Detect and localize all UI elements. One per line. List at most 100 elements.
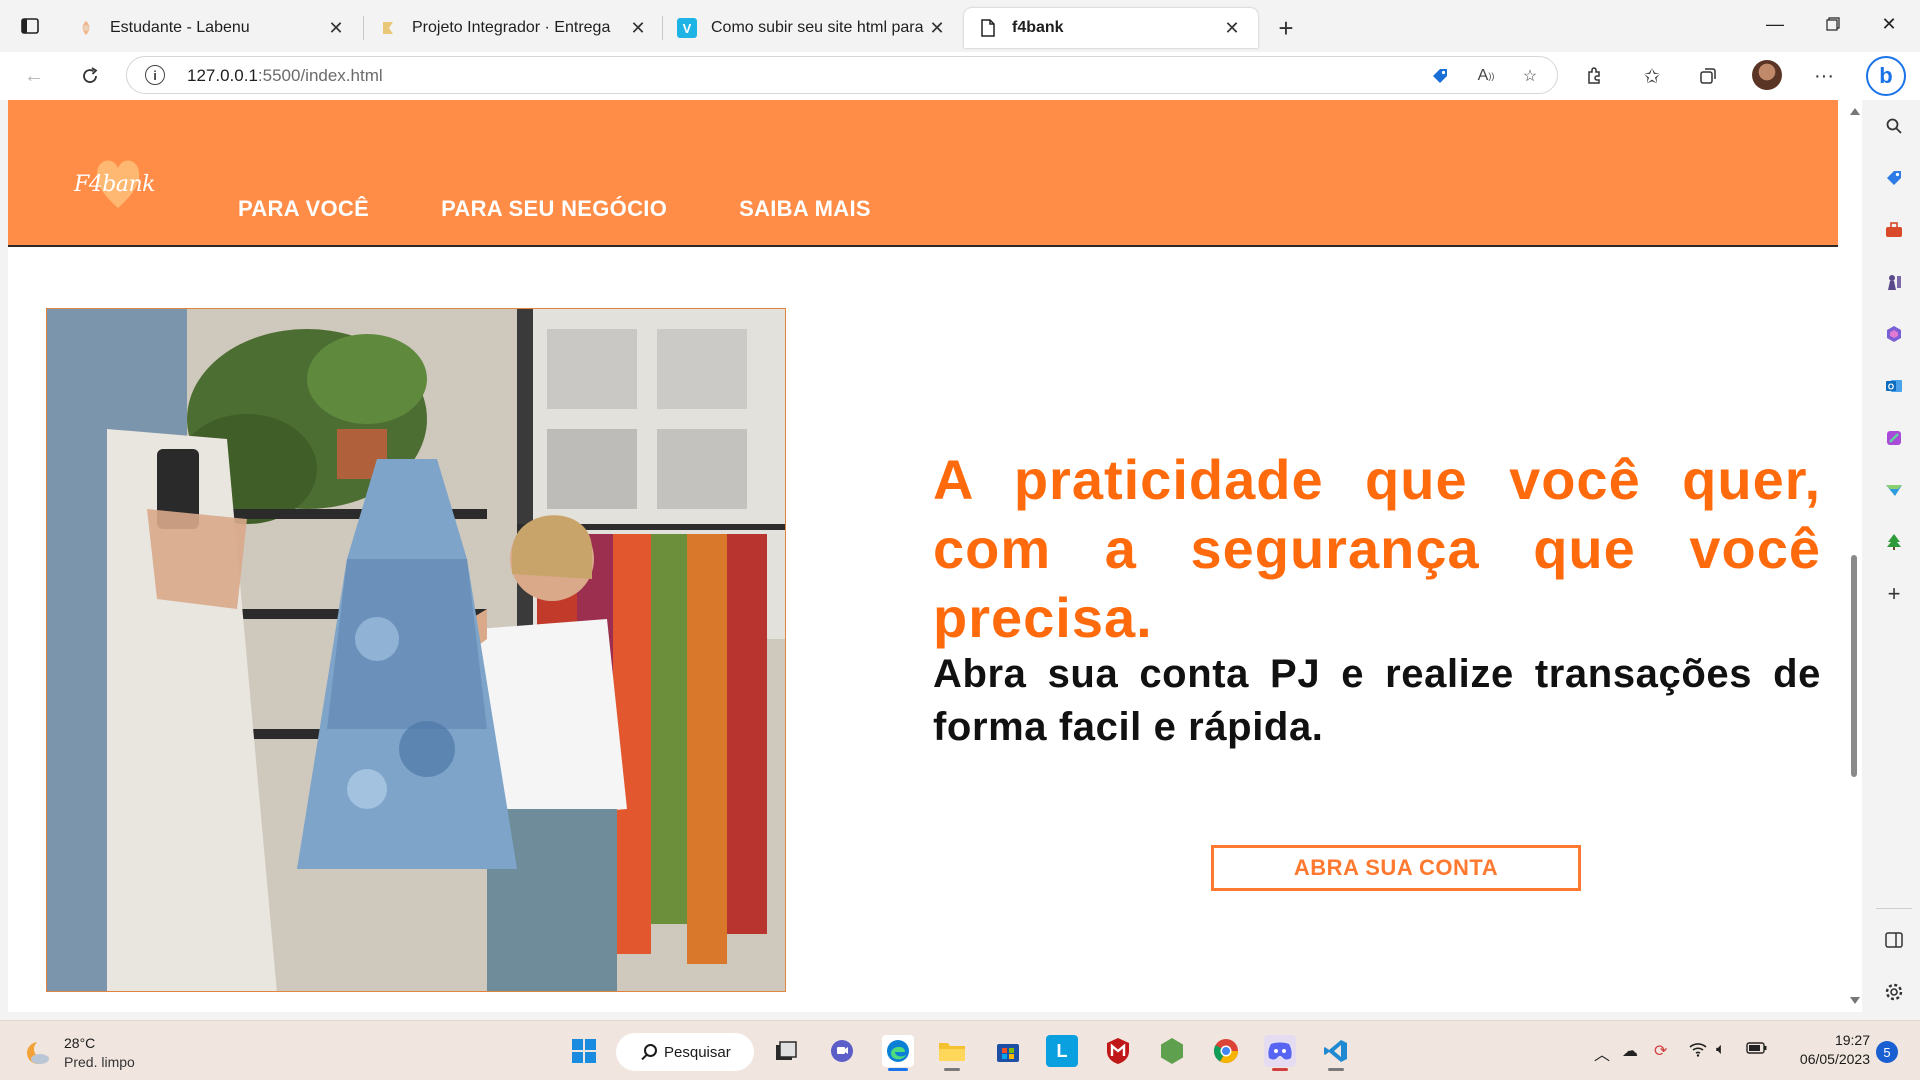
running-indicator <box>944 1068 960 1071</box>
search-icon <box>644 1044 657 1057</box>
weather-moon-icon <box>27 1040 52 1064</box>
close-icon[interactable]: ✕ <box>324 16 348 40</box>
onedrive-icon[interactable]: ☁ <box>1622 1041 1638 1061</box>
bing-chat-icon[interactable]: b <box>1866 56 1906 96</box>
l-app-icon[interactable]: L <box>1046 1035 1078 1067</box>
nav-para-voce[interactable]: PARA VOCÊ <box>238 196 369 222</box>
search-label: Pesquisar <box>664 1043 731 1061</box>
close-window-icon[interactable]: ✕ <box>1866 8 1912 40</box>
page-scrollbar[interactable] <box>1846 100 1862 1012</box>
tab-f4bank[interactable]: f4bank ✕ <box>964 8 1258 48</box>
sidebar-divider <box>1876 908 1912 909</box>
settings-gear-icon[interactable] <box>1880 978 1908 1006</box>
page-icon <box>978 18 998 38</box>
svg-text:O: O <box>1888 383 1894 392</box>
url-text[interactable]: 127.0.0.1:5500/index.html <box>187 66 383 86</box>
v-icon: V <box>677 18 697 38</box>
active-indicator <box>888 1068 908 1071</box>
tab-labenu[interactable]: Estudante - Labenu ✕ <box>62 8 362 48</box>
restore-icon[interactable] <box>1810 8 1856 40</box>
running-indicator <box>1272 1068 1288 1071</box>
tab-projeto[interactable]: Projeto Integrador · Entrega ✕ <box>364 8 664 48</box>
designer-icon[interactable] <box>1880 424 1908 452</box>
refresh-icon[interactable] <box>74 60 106 92</box>
mcafee-icon[interactable] <box>1102 1035 1134 1067</box>
minimize-icon[interactable]: — <box>1752 8 1798 40</box>
hero-title: A praticidade que você quer, com a segur… <box>933 448 1821 649</box>
hero-subtitle: Abra sua conta PJ e realize transações d… <box>933 652 1821 749</box>
search-icon[interactable] <box>1880 112 1908 140</box>
close-icon[interactable]: ✕ <box>1220 16 1244 40</box>
microsoft-store-icon[interactable] <box>992 1035 1024 1067</box>
tree-icon[interactable] <box>1880 528 1908 556</box>
file-explorer-icon[interactable] <box>936 1035 968 1071</box>
new-tab-button[interactable]: + <box>1270 12 1302 44</box>
tab-strip: Estudante - Labenu ✕ Projeto Integrador … <box>0 0 1920 52</box>
edge-taskbar-icon[interactable] <box>882 1035 914 1071</box>
weather-widget[interactable]: 28°C Pred. limpo <box>24 1033 224 1073</box>
vscode-icon[interactable] <box>1320 1035 1352 1071</box>
outlook-icon[interactable]: O <box>1880 372 1908 400</box>
logo-text: F4bank <box>74 172 155 197</box>
chevron-up-icon[interactable]: ︿ <box>1594 1041 1610 1065</box>
weather-temperature: 28°C <box>64 1035 96 1051</box>
tab-title: Estudante - Labenu <box>110 19 250 36</box>
windows-start-icon[interactable] <box>568 1035 600 1067</box>
windows-taskbar: 28°C Pred. limpo Pesquisar L ︿ ☁ ⟳ 🔈︎ 19… <box>0 1020 1920 1080</box>
tab-title: f4bank <box>1012 19 1064 36</box>
hero-image <box>46 308 786 992</box>
shopping-icon[interactable] <box>1880 164 1908 192</box>
notification-badge[interactable]: 5 <box>1876 1041 1898 1063</box>
site-info-icon[interactable]: i <box>145 65 165 85</box>
clock-time: 19:27 <box>1834 1032 1870 1048</box>
scroll-up-icon[interactable] <box>1850 108 1860 115</box>
back-icon[interactable]: ← <box>18 60 50 92</box>
more-options-icon[interactable]: ··· <box>1808 60 1840 92</box>
extensions-icon[interactable] <box>1578 60 1610 92</box>
teams-chat-icon[interactable] <box>826 1035 858 1067</box>
volume-icon[interactable]: 🔈︎ <box>1716 1041 1726 1059</box>
microsoft365-icon[interactable] <box>1880 320 1908 348</box>
drop-icon[interactable] <box>1880 476 1908 504</box>
labenu-icon <box>76 18 96 38</box>
close-icon[interactable]: ✕ <box>925 16 949 40</box>
nav-saiba-mais[interactable]: SAIBA MAIS <box>739 196 871 222</box>
sidebar-panel-icon[interactable] <box>1880 926 1908 954</box>
tab-actions-icon[interactable] <box>18 14 42 38</box>
taskbar-search[interactable]: Pesquisar <box>616 1033 754 1071</box>
task-view-icon[interactable] <box>770 1035 802 1067</box>
tab-como-subir[interactable]: V Como subir seu site html para a ✕ <box>663 8 963 48</box>
profile-avatar[interactable] <box>1752 60 1782 90</box>
tools-icon[interactable] <box>1880 216 1908 244</box>
clock-date: 06/05/2023 <box>1799 1051 1870 1067</box>
add-favorite-icon[interactable]: ☆ <box>1517 63 1543 89</box>
nav-para-seu-negocio[interactable]: PARA SEU NEGÓCIO <box>441 196 667 222</box>
favorites-icon[interactable]: ✩ <box>1636 60 1668 92</box>
collections-icon[interactable] <box>1692 60 1724 92</box>
battery-icon[interactable] <box>1746 1041 1768 1060</box>
add-icon[interactable]: + <box>1880 580 1908 608</box>
tab-title: Projeto Integrador · Entrega <box>412 19 611 36</box>
shopping-tag-icon[interactable] <box>1427 63 1453 89</box>
nodejs-icon[interactable] <box>1156 1035 1188 1067</box>
close-icon[interactable]: ✕ <box>626 16 650 40</box>
read-aloud-icon[interactable]: A)) <box>1473 63 1499 89</box>
page-viewport: F4bank PARA VOCÊ PARA SEU NEGÓCIO SAIBA … <box>8 100 1846 1012</box>
site-header: F4bank PARA VOCÊ PARA SEU NEGÓCIO SAIBA … <box>8 100 1838 247</box>
running-indicator <box>1328 1068 1344 1071</box>
tab-title: Como subir seu site html para a <box>711 19 925 36</box>
clock[interactable]: 19:27 06/05/2023 <box>1780 1031 1870 1069</box>
wifi-icon[interactable] <box>1688 1041 1708 1062</box>
open-account-button[interactable]: ABRA SUA CONTA <box>1211 845 1581 891</box>
scroll-down-icon[interactable] <box>1850 997 1860 1004</box>
f4bank-logo[interactable]: F4bank <box>74 154 155 214</box>
discord-icon[interactable] <box>1264 1035 1296 1071</box>
chrome-icon[interactable] <box>1210 1035 1242 1067</box>
sync-icon[interactable]: ⟳ <box>1654 1041 1667 1061</box>
address-bar[interactable]: i 127.0.0.1:5500/index.html A)) ☆ <box>126 56 1558 94</box>
games-icon[interactable] <box>1880 268 1908 296</box>
project-icon <box>378 18 398 38</box>
weather-description: Pred. limpo <box>64 1054 135 1070</box>
edge-sidebar: O + <box>1868 100 1920 1020</box>
scrollbar-thumb[interactable] <box>1851 555 1857 777</box>
